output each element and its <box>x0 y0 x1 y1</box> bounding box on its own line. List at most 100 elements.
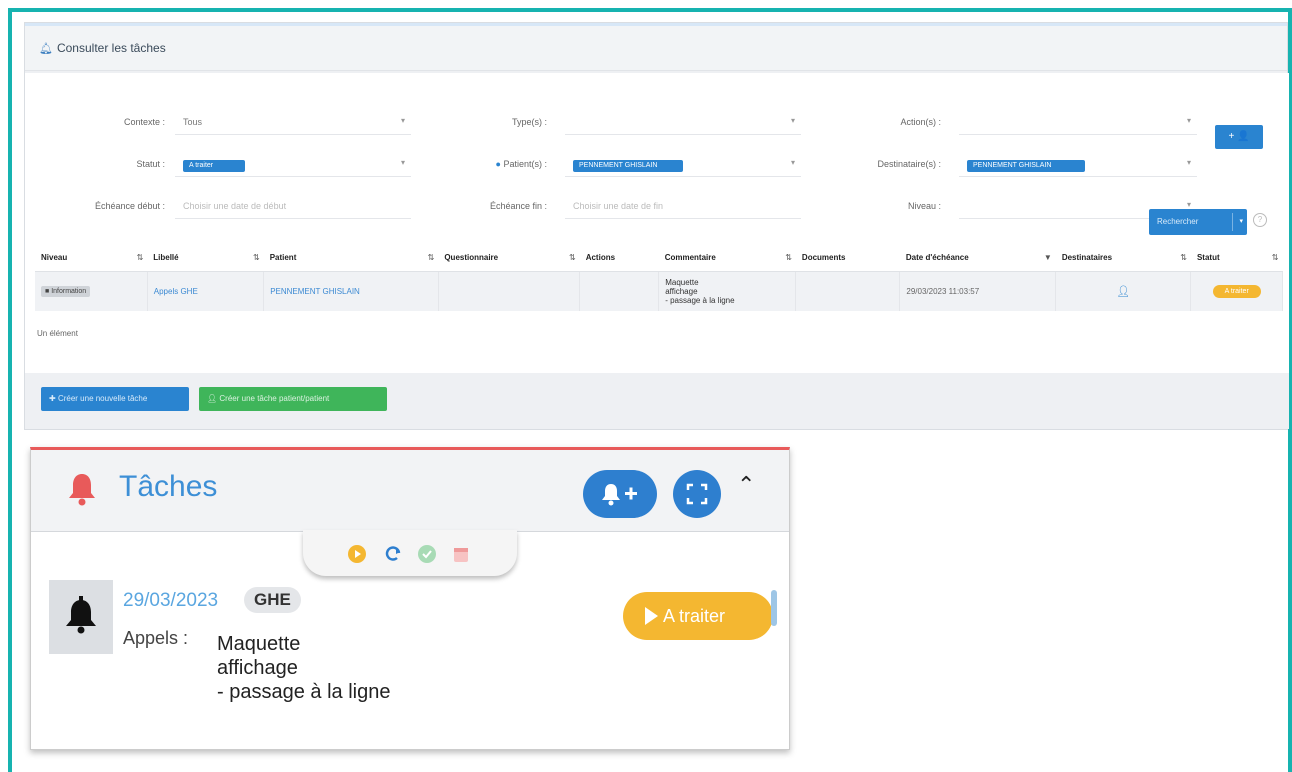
niveau-cell: ■ Information <box>35 271 148 311</box>
column-header[interactable]: Documents <box>795 245 900 272</box>
play-icon <box>645 607 658 625</box>
comment-line: affichage <box>217 657 298 679</box>
chevron-down-icon: ▾ <box>400 116 405 125</box>
help-icon[interactable]: ? <box>1253 213 1267 227</box>
chevron-down-icon: ▾ <box>1186 158 1191 167</box>
add-recipient-button[interactable]: + 👤 <box>1215 125 1263 149</box>
calendar-filter-icon[interactable] <box>451 544 471 564</box>
task-comment: Maquette affichage - passage à la ligne <box>217 632 390 704</box>
task-date: 29/03/2023 <box>123 590 219 611</box>
column-header[interactable]: Niveau ⇅ <box>35 245 148 272</box>
chevron-down-icon: ▾ <box>790 116 795 125</box>
person-icon[interactable]: 👤︎ <box>1116 286 1130 298</box>
statut-label: Statut : <box>136 159 165 169</box>
date-cell: 29/03/2023 11:03:57 <box>899 271 1057 311</box>
tasks-widget: Tâches ⌃ 29/03/2023 GHE Appels: Maquett… <box>30 447 790 750</box>
tasks-search-panel: 🔔︎ Consulter les tâches Contexte : Tous … <box>24 22 1289 430</box>
column-header[interactable]: Patient ⇅ <box>263 245 439 272</box>
chevron-down-icon: ▾ <box>1186 200 1191 209</box>
niveau-badge: ■ Information <box>41 285 91 297</box>
libelle-cell: Appels GHE <box>147 271 265 311</box>
refresh-filter-icon[interactable] <box>383 544 403 564</box>
bell-icon <box>66 596 96 634</box>
sort-icon: ⇅ <box>427 253 435 262</box>
patients-select[interactable]: PENNEMENT GHISLAIN ▾ <box>565 153 801 177</box>
echeance-debut-input[interactable]: Choisir une date de début <box>175 195 411 219</box>
check-filter-icon[interactable] <box>417 544 437 564</box>
sort-icon: ⇅ <box>136 253 144 262</box>
add-task-button[interactable] <box>583 470 657 518</box>
panel-title: Consulter les tâches <box>56 41 166 55</box>
comment-line: Maquette <box>665 277 699 287</box>
patients-label-text: Patient(s) : <box>503 159 547 169</box>
plus-icon: ✚ <box>49 394 56 403</box>
user-badge: GHE <box>244 587 301 613</box>
tasks-table: Niveau ⇅ Libellé ⇅ Patient ⇅ Questionnaire ⇅… <box>35 245 1283 311</box>
play-filter-icon[interactable] <box>347 544 367 564</box>
sort-desc-icon: ▼ <box>1043 253 1052 262</box>
echeance-debut-placeholder: Choisir une date de début <box>183 201 287 211</box>
commentaire-cell: Maquette affichage - passage à la ligne <box>658 271 797 311</box>
column-header[interactable]: Libellé ⇅ <box>147 245 264 272</box>
chevron-down-icon[interactable]: ▾ <box>1239 209 1243 235</box>
sort-icon: ⇅ <box>1180 253 1187 262</box>
task-type: Appels : <box>123 628 189 648</box>
search-button[interactable]: Rechercher ▾ <box>1149 209 1247 235</box>
status-badge[interactable]: A traiter <box>1212 284 1261 298</box>
bell-icon <box>69 474 95 506</box>
chevron-down-icon: ▾ <box>790 158 795 167</box>
widget-header: Tâches ⌃ <box>31 450 789 532</box>
table-row[interactable]: ■ Information Appels GHE PENNEMENT GHISL… <box>35 271 1283 311</box>
statut-cell: A traiter <box>1190 271 1283 311</box>
actions-label: Action(s) : <box>900 117 941 127</box>
chevron-down-icon: ▾ <box>1186 116 1191 125</box>
contexte-value: Tous <box>183 117 203 127</box>
contexte-label: Contexte : <box>123 117 165 127</box>
bell-plus-icon <box>602 484 637 506</box>
comment-line: - passage à la ligne <box>217 681 391 703</box>
new-task-button[interactable]: ✚ Créer une nouvelle tâche <box>41 387 189 411</box>
sort-icon: ⇅ <box>1271 253 1279 262</box>
patients-label: ● Patient(s) : <box>437 159 547 169</box>
new-patient-task-button-label: Créer une tâche patient/patient <box>219 394 330 403</box>
actions-select[interactable]: ▾ <box>959 111 1197 135</box>
chevron-down-icon: ▾ <box>400 158 405 167</box>
collapse-chevron-icon[interactable]: ⌃ <box>737 472 755 498</box>
statut-select[interactable]: A traiter ▾ <box>175 153 411 177</box>
patients-tag[interactable]: PENNEMENT GHISLAIN <box>573 160 683 172</box>
fullscreen-button[interactable] <box>673 470 721 518</box>
contexte-select[interactable]: Tous ▾ <box>175 111 411 135</box>
libelle-link[interactable]: Appels GHE <box>154 287 198 296</box>
sort-icon: ⇅ <box>569 253 576 262</box>
status-button[interactable]: A traiter <box>623 592 773 640</box>
new-task-button-label: Créer une nouvelle tâche <box>57 394 148 403</box>
search-button-label: Rechercher <box>1157 217 1199 226</box>
column-header[interactable]: Questionnaire ⇅ <box>438 245 580 272</box>
echeance-fin-input[interactable]: Choisir une date de fin <box>565 195 801 219</box>
scrollbar[interactable] <box>771 590 777 626</box>
column-header[interactable]: Statut ⇅ <box>1190 245 1283 272</box>
column-header[interactable]: Destinataires ⇅ <box>1055 245 1191 272</box>
documents-cell <box>795 271 901 311</box>
task-filter-toolbar <box>303 530 517 576</box>
destinataires-tag[interactable]: PENNEMENT GHISLAIN <box>967 160 1085 172</box>
avatar <box>49 580 113 654</box>
column-header[interactable]: Commentaire ⇅ <box>658 245 796 272</box>
types-label: Type(s) : <box>511 117 547 127</box>
user-icon: 👤︎ <box>207 394 218 403</box>
filters-area: Contexte : Tous ▾ Type(s) : ▾ Action(s) … <box>25 73 1289 373</box>
patient-link[interactable]: PENNEMENT GHISLAIN <box>270 287 360 296</box>
actions-cell <box>579 271 660 311</box>
patient-cell: PENNEMENT GHISLAIN <box>263 271 439 311</box>
questionnaire-cell <box>438 271 581 311</box>
niveau-label: Niveau : <box>907 201 941 211</box>
column-header[interactable]: Date d'échéance ▼ <box>899 245 1056 272</box>
new-patient-task-button[interactable]: 👤︎ Créer une tâche patient/patient <box>199 387 387 411</box>
column-header[interactable]: Actions <box>579 245 659 272</box>
info-dot-icon: ● <box>495 159 501 169</box>
result-count: Un élément <box>37 329 78 338</box>
destinataires-cell: 👤︎ <box>1055 271 1192 311</box>
types-select[interactable]: ▾ <box>565 111 801 135</box>
statut-tag[interactable]: A traiter <box>183 160 245 172</box>
destinataires-select[interactable]: PENNEMENT GHISLAIN ▾ <box>959 153 1197 177</box>
